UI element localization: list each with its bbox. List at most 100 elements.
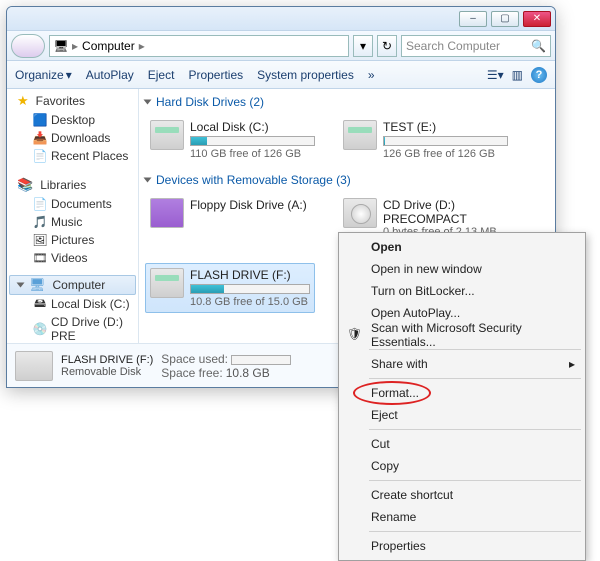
preview-pane-icon[interactable]: ▥: [512, 68, 523, 82]
section-removable[interactable]: Devices with Removable Storage (3): [145, 173, 549, 187]
breadcrumb-sep-icon: ▸: [72, 39, 78, 53]
sidebar-item-documents[interactable]: 📄Documents: [7, 195, 138, 213]
view-icon[interactable]: ☰▾: [487, 68, 504, 82]
properties-button[interactable]: Properties: [188, 68, 243, 82]
hdd-icon: [343, 120, 377, 150]
downloads-icon: 📥: [33, 131, 47, 145]
drive-label: Floppy Disk Drive (A:): [190, 198, 315, 212]
search-icon: 🔍: [531, 39, 546, 53]
drive-label: TEST (E:): [383, 120, 508, 134]
floppy-icon: [150, 198, 184, 228]
refresh-button[interactable]: ↻: [377, 35, 397, 57]
breadcrumb-root[interactable]: Computer: [82, 39, 135, 53]
navigation-bar: 🖥 ▸ Computer ▸ ▾ ↻ Search Computer 🔍: [7, 31, 555, 61]
sidebar-item-pictures[interactable]: 🖼Pictures: [7, 231, 138, 249]
music-icon: 🎵: [33, 215, 47, 229]
system-properties-button[interactable]: System properties: [257, 68, 354, 82]
titlebar: – ▢ ✕: [7, 7, 555, 31]
sidebar-item-desktop[interactable]: 🟦Desktop: [7, 111, 138, 129]
status-free-label: Space free:: [161, 366, 222, 380]
cd-icon: [343, 198, 377, 228]
drive-floppy-a[interactable]: Floppy Disk Drive (A:): [145, 193, 320, 255]
minimize-button[interactable]: –: [459, 11, 487, 27]
breadcrumb-sep-icon: ▸: [139, 39, 145, 53]
collapse-icon: [144, 100, 152, 105]
ctx-format[interactable]: Format...: [341, 382, 583, 404]
computer-icon: 🖥: [29, 277, 46, 293]
ctx-scan-security[interactable]: 🛡Scan with Microsoft Security Essentials…: [341, 324, 583, 346]
submenu-arrow-icon: ▸: [569, 357, 575, 371]
expand-icon: [17, 283, 25, 288]
desktop-icon: 🟦: [33, 113, 47, 127]
collapse-icon: [144, 178, 152, 183]
menu-separator: [369, 378, 581, 379]
status-used-bar: [231, 355, 291, 365]
drive-local-c[interactable]: Local Disk (C:) 110 GB free of 126 GB: [145, 115, 320, 165]
drive-test-e[interactable]: TEST (E:) 126 GB free of 126 GB: [338, 115, 513, 165]
status-used-label: Space used:: [161, 352, 228, 366]
drive-free: 10.8 GB free of 15.0 GB: [190, 296, 310, 308]
capacity-bar: [383, 136, 508, 146]
status-free-value: 10.8 GB: [226, 366, 270, 380]
libraries-icon: 📚: [17, 177, 33, 193]
sidebar-item-cd-d[interactable]: 💿CD Drive (D:) PRE: [7, 313, 138, 343]
documents-icon: 📄: [33, 197, 47, 211]
command-bar: Organize ▾ AutoPlay Eject Properties Sys…: [7, 61, 555, 89]
more-button[interactable]: »: [368, 68, 375, 82]
pictures-icon: 🖼: [33, 233, 47, 247]
context-menu: Open Open in new window Turn on BitLocke…: [338, 232, 586, 561]
sidebar-item-videos[interactable]: 🎞Videos: [7, 249, 138, 267]
ctx-open[interactable]: Open: [341, 236, 583, 258]
close-button[interactable]: ✕: [523, 11, 551, 27]
ctx-rename[interactable]: Rename: [341, 506, 583, 528]
menu-separator: [369, 429, 581, 430]
address-history-button[interactable]: ▾: [353, 35, 373, 57]
recent-icon: 📄: [33, 149, 47, 163]
menu-separator: [369, 531, 581, 532]
sidebar-item-music[interactable]: 🎵Music: [7, 213, 138, 231]
back-forward-buttons[interactable]: [11, 34, 45, 58]
ctx-properties[interactable]: Properties: [341, 535, 583, 557]
sidebar-item-recent[interactable]: 📄Recent Places: [7, 147, 138, 165]
eject-button[interactable]: Eject: [148, 68, 175, 82]
status-type: Removable Disk: [61, 366, 153, 378]
ctx-cut[interactable]: Cut: [341, 433, 583, 455]
section-hdd[interactable]: Hard Disk Drives (2): [145, 95, 549, 109]
search-input[interactable]: Search Computer 🔍: [401, 35, 551, 57]
shield-icon: 🛡: [347, 327, 363, 343]
drive-free: 110 GB free of 126 GB: [190, 148, 315, 160]
videos-icon: 🎞: [33, 251, 47, 265]
status-name: FLASH DRIVE (F:): [61, 354, 153, 366]
organize-button[interactable]: Organize ▾: [15, 68, 72, 82]
capacity-bar: [190, 136, 315, 146]
ctx-eject[interactable]: Eject: [341, 404, 583, 426]
autoplay-button[interactable]: AutoPlay: [86, 68, 134, 82]
star-icon: ★: [17, 93, 29, 109]
sidebar-item-local-c[interactable]: 🖴Local Disk (C:): [7, 295, 138, 313]
capacity-bar: [190, 284, 310, 294]
drive-label: FLASH DRIVE (F:): [190, 268, 310, 282]
usb-drive-icon: [150, 268, 184, 298]
computer-icon: 🖥: [54, 39, 68, 53]
drive-flash-f[interactable]: FLASH DRIVE (F:) 10.8 GB free of 15.0 GB: [145, 263, 315, 313]
maximize-button[interactable]: ▢: [491, 11, 519, 27]
help-icon[interactable]: ?: [531, 67, 547, 83]
cd-icon: 💿: [33, 322, 47, 336]
sidebar-item-downloads[interactable]: 📥Downloads: [7, 129, 138, 147]
ctx-share-with[interactable]: Share with▸: [341, 353, 583, 375]
drive-icon: 🖴: [33, 297, 47, 311]
ctx-copy[interactable]: Copy: [341, 455, 583, 477]
hdd-icon: [150, 120, 184, 150]
ctx-bitlocker[interactable]: Turn on BitLocker...: [341, 280, 583, 302]
ctx-create-shortcut[interactable]: Create shortcut: [341, 484, 583, 506]
chevron-down-icon: ▾: [66, 68, 72, 82]
sidebar-libraries[interactable]: 📚Libraries: [7, 173, 138, 195]
drive-label: CD Drive (D:) PRECOMPACT: [383, 198, 508, 226]
ctx-open-new-window[interactable]: Open in new window: [341, 258, 583, 280]
sidebar-item-computer[interactable]: 🖥Computer: [9, 275, 136, 295]
usb-drive-icon: [15, 351, 53, 381]
menu-separator: [369, 480, 581, 481]
sidebar-favorites[interactable]: ★Favorites: [7, 89, 138, 111]
address-bar[interactable]: 🖥 ▸ Computer ▸: [49, 35, 349, 57]
drive-label: Local Disk (C:): [190, 120, 315, 134]
